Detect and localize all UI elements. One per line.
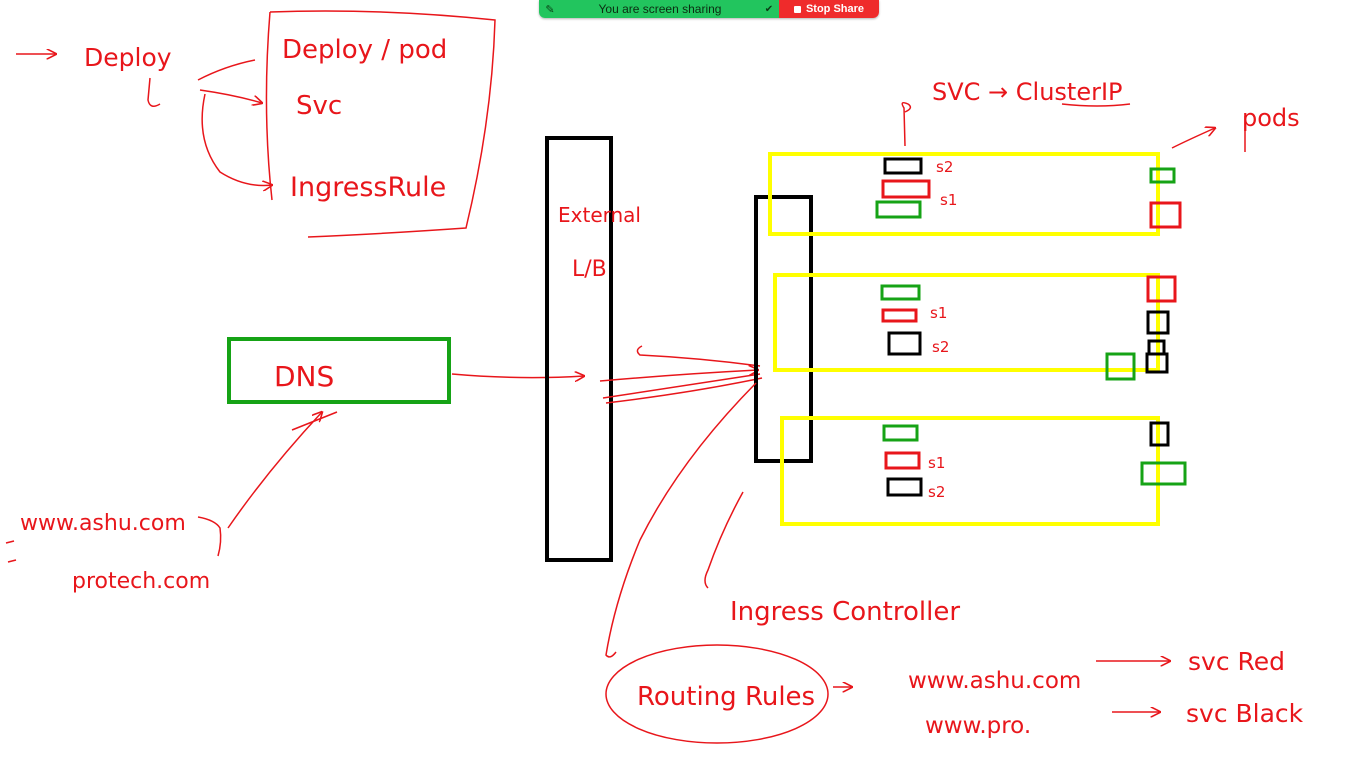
resources-box: Deploy / pod Svc IngressRule [265, 10, 496, 238]
ingress-rule-label: IngressRule [290, 172, 446, 203]
service-s2-box[interactable] [886, 477, 923, 497]
annotate-icon[interactable]: ✎ [539, 3, 561, 16]
node-3-box [780, 416, 1160, 526]
domain-protech-label: protech.com [72, 569, 210, 594]
service-green-box[interactable] [875, 200, 922, 219]
deploy-note: Deploy [16, 43, 172, 107]
service-green-box[interactable] [880, 284, 921, 301]
whiteboard-canvas[interactable]: Deploy Deploy / pod Svc IngressRule DNS … [0, 0, 1365, 765]
ingress-controller-label: Ingress Controller [730, 597, 960, 627]
node-2[interactable]: s1 s2 [773, 273, 1177, 381]
stop-square-icon [793, 5, 801, 13]
external-lb-label: External [558, 203, 641, 227]
route-1-target: svc Red [1188, 647, 1285, 676]
node-2-box [773, 273, 1160, 372]
route-2-target: svc Black [1186, 699, 1304, 728]
lb-to-ingress-arrows [599, 345, 763, 404]
pod-green[interactable] [1105, 352, 1136, 381]
pod-green[interactable] [1149, 167, 1176, 184]
pods-label: pods [1242, 104, 1300, 132]
share-status: ✎ You are screen sharing ✔ [539, 0, 779, 18]
external-lb-label-2: L/B [572, 257, 607, 282]
service-s1-box[interactable] [881, 179, 931, 199]
shield-check-icon: ✔ [764, 3, 774, 15]
s1-label: s1 [940, 191, 957, 209]
service-green-box[interactable] [882, 424, 919, 442]
screen-share-bar: ✎ You are screen sharing ✔ Stop Share [539, 0, 879, 18]
share-status-text: You are screen sharing [598, 2, 722, 16]
deploy-pod-label: Deploy / pod [282, 35, 447, 65]
pod-red[interactable] [1149, 201, 1182, 229]
deploy-branches [197, 59, 272, 185]
s2-label: s2 [932, 338, 949, 356]
domain-notes: www.ashu.com protech.com [5, 412, 338, 594]
dns-to-lb-arrow [451, 374, 584, 378]
dns-box[interactable] [227, 337, 451, 404]
routing-rules-note: Routing Rules www.ashu.com svc Red www.p… [605, 644, 1304, 744]
s1-label: s1 [930, 304, 947, 322]
route-2-host: www.pro. [925, 713, 1031, 739]
pod-green[interactable] [1140, 461, 1187, 486]
svc-clusterip-label: SVC → ClusterIP [932, 78, 1123, 106]
deploy-label: Deploy [84, 43, 172, 72]
node-1-box [768, 152, 1160, 236]
svc-label: Svc [296, 91, 342, 121]
service-s2-box[interactable] [883, 157, 923, 175]
dns-label: DNS [274, 360, 334, 393]
node-3[interactable]: s1 s2 [780, 416, 1187, 526]
pods-note: pods [1171, 104, 1300, 152]
external-lb-box[interactable] [545, 136, 613, 562]
s2-label: s2 [936, 158, 953, 176]
service-s1-box[interactable] [881, 308, 918, 323]
node-1[interactable]: s2 s1 [768, 152, 1182, 236]
s2-label: s2 [928, 483, 945, 501]
svc-clusterip-note: SVC → ClusterIP [901, 78, 1131, 147]
routing-rules-label: Routing Rules [637, 682, 815, 712]
pod-red[interactable] [1146, 275, 1177, 303]
s1-label: s1 [928, 454, 945, 472]
service-s2-box[interactable] [887, 331, 922, 356]
service-s1-box[interactable] [884, 451, 921, 470]
stop-share-label: Stop Share [805, 3, 865, 15]
domain-ashu-label: www.ashu.com [20, 511, 186, 536]
route-1-host: www.ashu.com [908, 668, 1081, 694]
stop-share-button[interactable]: Stop Share [779, 0, 879, 18]
